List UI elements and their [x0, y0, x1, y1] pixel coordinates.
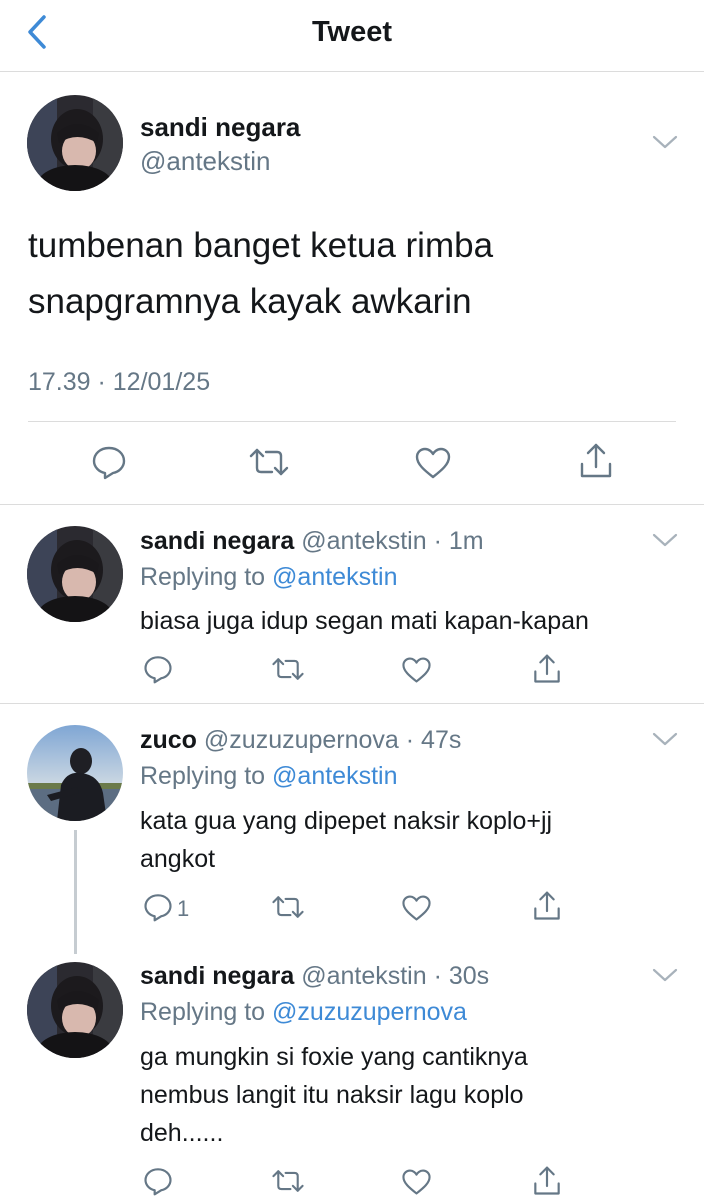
reply-count: 1	[177, 896, 190, 921]
tweet-text-line: snapgramnya kayak awkarin	[28, 282, 472, 321]
avatar[interactable]	[27, 95, 123, 191]
like-icon[interactable]	[414, 446, 452, 480]
replying-to: Replying to @zuzuzupernova	[140, 998, 467, 1026]
replying-to: Replying to @antekstin	[140, 563, 398, 591]
mention-link[interactable]: @zuzuzupernova	[272, 998, 467, 1026]
author-meta[interactable]: @antekstin · 1m	[301, 527, 483, 555]
divider	[0, 703, 704, 704]
reply-icon[interactable]	[91, 444, 127, 480]
reply-text-line: biasa juga idup segan mati kapan-kapan	[140, 607, 589, 635]
reply-text-line: kata gua yang dipepet naksir koplo+jj	[140, 807, 553, 835]
share-icon[interactable]	[578, 442, 614, 480]
avatar[interactable]	[27, 962, 123, 1058]
retweet-icon[interactable]	[271, 1168, 305, 1194]
share-icon[interactable]	[532, 1165, 562, 1197]
avatar[interactable]	[27, 526, 123, 622]
chevron-down-icon[interactable]	[652, 731, 678, 747]
nav-header: Tweet	[0, 0, 704, 72]
replying-to: Replying to @antekstin	[140, 762, 398, 790]
like-icon[interactable]	[401, 656, 432, 684]
author-name[interactable]: sandi negara	[140, 112, 300, 143]
divider	[28, 421, 676, 422]
author-name[interactable]: zuco	[140, 726, 197, 754]
mention-link[interactable]: @antekstin	[272, 762, 397, 790]
author-meta[interactable]: @antekstin · 30s	[301, 962, 489, 990]
chevron-down-icon[interactable]	[652, 134, 678, 150]
thread-connector-line	[74, 830, 77, 954]
retweet-icon[interactable]	[248, 446, 290, 478]
reply-text-line: ga mungkin si foxie yang cantiknya	[140, 1043, 528, 1071]
reply-header: sandi negara @antekstin · 30s	[140, 962, 489, 991]
like-icon[interactable]	[401, 1168, 432, 1196]
share-icon[interactable]	[532, 653, 562, 685]
chevron-down-icon[interactable]	[652, 967, 678, 983]
divider	[0, 504, 704, 505]
like-icon[interactable]	[401, 894, 432, 922]
page-title: Tweet	[311, 16, 393, 48]
retweet-icon[interactable]	[271, 656, 305, 682]
tweet-timestamp: 17.39 · 12/01/25	[28, 368, 211, 396]
reply-text-line: deh......	[140, 1119, 224, 1147]
chevron-down-icon[interactable]	[652, 532, 678, 548]
reply-icon[interactable]	[143, 654, 173, 684]
reply-text-line: nembus langit itu naksir lagu koplo	[140, 1081, 524, 1109]
author-meta[interactable]: @zuzuzupernova · 47s	[204, 726, 461, 754]
reply-icon[interactable]	[143, 892, 173, 922]
reply-header: sandi negara @antekstin · 1m	[140, 527, 484, 556]
retweet-icon[interactable]	[271, 894, 305, 920]
reply-text-line: angkot	[140, 845, 216, 873]
author-name[interactable]: sandi negara	[140, 962, 294, 990]
tweet-text-line: tumbenan banget ketua rimba	[28, 226, 494, 265]
share-icon[interactable]	[532, 890, 562, 922]
author-handle[interactable]: @antekstin	[140, 146, 270, 177]
reply-icon[interactable]	[143, 1166, 173, 1196]
avatar[interactable]	[27, 725, 123, 821]
reply-header: zuco @zuzuzupernova · 47s	[140, 726, 461, 755]
author-name[interactable]: sandi negara	[140, 527, 294, 555]
mention-link[interactable]: @antekstin	[272, 563, 397, 591]
